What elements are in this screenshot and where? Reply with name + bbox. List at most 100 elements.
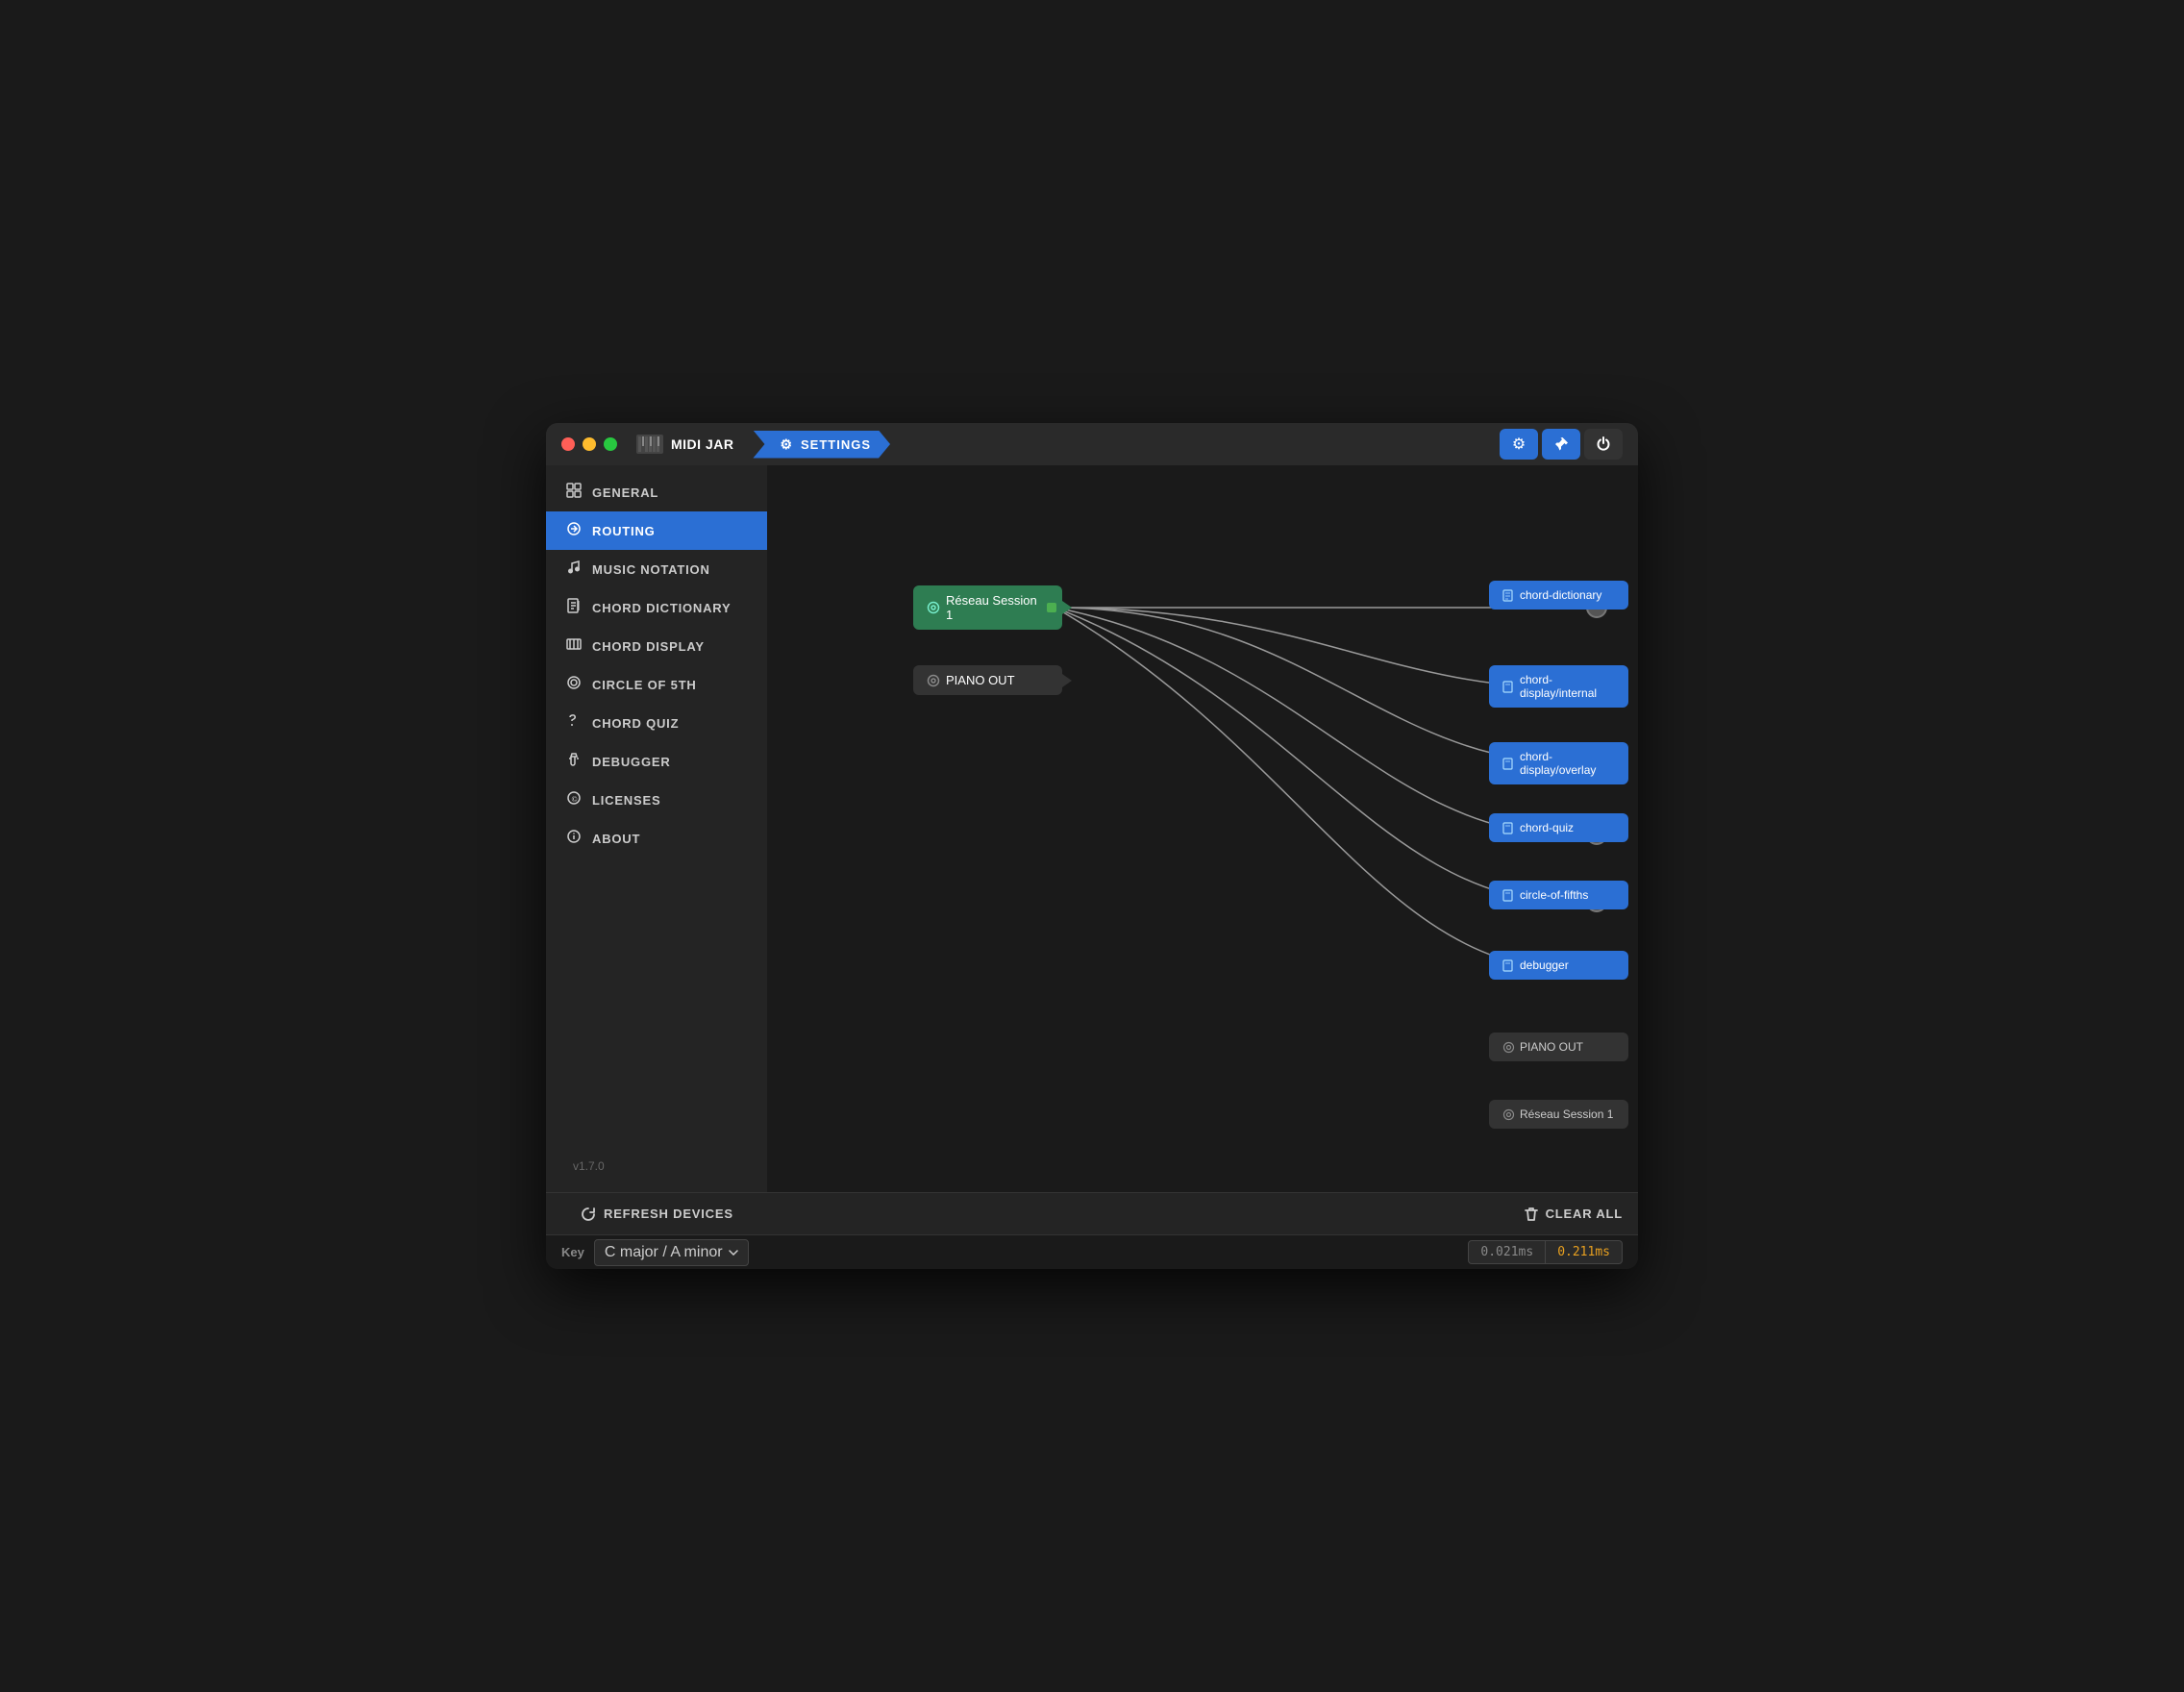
device-node-piano-out[interactable]: PIANO OUT — [913, 665, 1062, 695]
debugger-node-icon — [1502, 959, 1515, 972]
device-node-label: PIANO OUT — [946, 673, 1015, 687]
sidebar-label-chord-dictionary: CHORD DICTIONARY — [592, 601, 731, 615]
sidebar-label-chord-quiz: CHORD QUIZ — [592, 716, 679, 731]
sidebar-label-music-notation: MUSIC NOTATION — [592, 562, 710, 577]
timing-value-2: 0.211ms — [1546, 1240, 1623, 1264]
bottom-bar: REFRESH DEVICES CLEAR ALL — [546, 1192, 1638, 1234]
circle-5th-icon — [565, 675, 583, 694]
sidebar-label-licenses: LICENSES — [592, 793, 660, 808]
routing-icon — [565, 521, 583, 540]
circle-fifths-node-icon — [1502, 889, 1515, 902]
source-node-reseau[interactable]: Réseau Session 1 — [913, 585, 1062, 630]
sidebar: GENERAL ROUTING — [546, 465, 767, 1192]
sidebar-label-about: ABOUT — [592, 832, 640, 846]
sidebar-item-chord-dictionary[interactable]: CHORD DICTIONARY — [546, 588, 767, 627]
chord-display-int-icon — [1502, 681, 1515, 693]
trash-icon — [1525, 1207, 1538, 1222]
titlebar-actions: ⚙ — [1500, 429, 1623, 460]
sidebar-item-general[interactable]: GENERAL — [546, 473, 767, 511]
reseau-node-icon — [927, 601, 940, 614]
sidebar-item-licenses[interactable]: © LICENSES — [546, 781, 767, 819]
dest-label-chord-dictionary: chord-dictionary — [1520, 588, 1601, 602]
right-device-reseau[interactable]: Réseau Session 1 — [1489, 1100, 1628, 1129]
key-dropdown[interactable]: C major / A minor — [594, 1239, 749, 1266]
chord-dict-node-icon — [1502, 589, 1515, 602]
clear-label: CLEAR ALL — [1546, 1207, 1623, 1221]
right-piano-label: PIANO OUT — [1520, 1040, 1583, 1054]
key-selector[interactable]: Key C major / A minor — [561, 1239, 749, 1266]
right-reseau-label: Réseau Session 1 — [1520, 1107, 1613, 1121]
device-node-arrow — [1062, 674, 1072, 687]
sidebar-label-circle-of-5th: CIRCLE OF 5TH — [592, 678, 697, 692]
settings-tab[interactable]: ⚙ SETTINGS — [753, 431, 890, 459]
chord-quiz-node-icon — [1502, 822, 1515, 834]
dest-node-debugger[interactable]: debugger — [1489, 951, 1628, 980]
about-icon — [565, 829, 583, 848]
refresh-devices-button[interactable]: REFRESH DEVICES — [581, 1207, 733, 1222]
sidebar-item-debugger[interactable]: DEBUGGER — [546, 742, 767, 781]
sidebar-label-chord-display: CHORD DISPLAY — [592, 639, 705, 654]
refresh-label: REFRESH DEVICES — [604, 1207, 733, 1221]
general-icon — [565, 483, 583, 502]
sidebar-item-chord-quiz[interactable]: CHORD QUIZ — [546, 704, 767, 742]
source-node-arrow — [1062, 601, 1072, 614]
key-value: C major / A minor — [605, 1244, 723, 1261]
key-label: Key — [561, 1245, 584, 1259]
svg-text:©: © — [572, 795, 579, 804]
chevron-down-icon — [729, 1250, 738, 1256]
debugger-icon — [565, 752, 583, 771]
version-label: v1.7.0 — [573, 1159, 605, 1173]
right-piano-icon — [1502, 1041, 1515, 1054]
dest-node-chord-display-overlay[interactable]: chord-display/overlay — [1489, 742, 1628, 784]
settings-tab-icon: ⚙ — [780, 436, 793, 453]
titlebar: MIDI JAR ⚙ SETTINGS ⚙ — [546, 423, 1638, 465]
timing-display: 0.021ms 0.211ms — [1468, 1240, 1623, 1264]
dest-label-chord-display-internal: chord-display/internal — [1520, 673, 1615, 700]
timing-value-1: 0.021ms — [1468, 1240, 1546, 1264]
app-brand: MIDI JAR — [636, 435, 733, 454]
settings-tab-label: SETTINGS — [801, 437, 871, 452]
power-button[interactable] — [1584, 429, 1623, 460]
routing-canvas: Réseau Session 1 PIANO OUT × × × × × × — [767, 465, 1638, 1192]
right-device-piano-out[interactable]: PIANO OUT — [1489, 1033, 1628, 1061]
licenses-icon: © — [565, 790, 583, 809]
pin-button[interactable] — [1542, 429, 1580, 460]
sidebar-item-music-notation[interactable]: MUSIC NOTATION — [546, 550, 767, 588]
app-window: MIDI JAR ⚙ SETTINGS ⚙ — [546, 423, 1638, 1269]
sidebar-item-about[interactable]: ABOUT — [546, 819, 767, 858]
sidebar-item-chord-display[interactable]: CHORD DISPLAY — [546, 627, 767, 665]
sidebar-item-routing[interactable]: ROUTING — [546, 511, 767, 550]
music-icon — [565, 560, 583, 579]
sidebar-item-circle-of-5th[interactable]: CIRCLE OF 5TH — [546, 665, 767, 704]
chord-dict-icon — [565, 598, 583, 617]
app-icon — [636, 435, 663, 454]
sidebar-label-routing: ROUTING — [592, 524, 656, 538]
close-button[interactable] — [561, 437, 575, 451]
chord-display-icon — [565, 636, 583, 656]
settings-button[interactable]: ⚙ — [1500, 429, 1538, 460]
refresh-icon — [581, 1207, 596, 1222]
source-node-label: Réseau Session 1 — [946, 593, 1047, 622]
traffic-lights — [561, 437, 617, 451]
main-content: GENERAL ROUTING — [546, 465, 1638, 1192]
dest-label-chord-quiz: chord-quiz — [1520, 821, 1574, 834]
dest-label-chord-display-overlay: chord-display/overlay — [1520, 750, 1615, 777]
minimize-button[interactable] — [583, 437, 596, 451]
chord-quiz-icon — [565, 713, 583, 733]
clear-all-button[interactable]: CLEAR ALL — [1525, 1207, 1623, 1222]
piano-node-icon — [927, 674, 940, 687]
dest-node-chord-quiz[interactable]: chord-quiz — [1489, 813, 1628, 842]
sidebar-label-general: GENERAL — [592, 485, 658, 500]
sidebar-label-debugger: DEBUGGER — [592, 755, 671, 769]
right-reseau-icon — [1502, 1108, 1515, 1121]
maximize-button[interactable] — [604, 437, 617, 451]
chord-display-overlay-icon — [1502, 758, 1515, 770]
dest-label-debugger: debugger — [1520, 958, 1569, 972]
dest-node-chord-dictionary[interactable]: chord-dictionary — [1489, 581, 1628, 610]
app-title: MIDI JAR — [671, 436, 733, 452]
dest-node-circle-of-fifths[interactable]: circle-of-fifths — [1489, 881, 1628, 909]
dest-node-chord-display-internal[interactable]: chord-display/internal — [1489, 665, 1628, 708]
node-active-indicator — [1047, 603, 1056, 612]
dest-label-circle-of-fifths: circle-of-fifths — [1520, 888, 1588, 902]
status-bar: Key C major / A minor 0.021ms 0.211ms — [546, 1234, 1638, 1269]
